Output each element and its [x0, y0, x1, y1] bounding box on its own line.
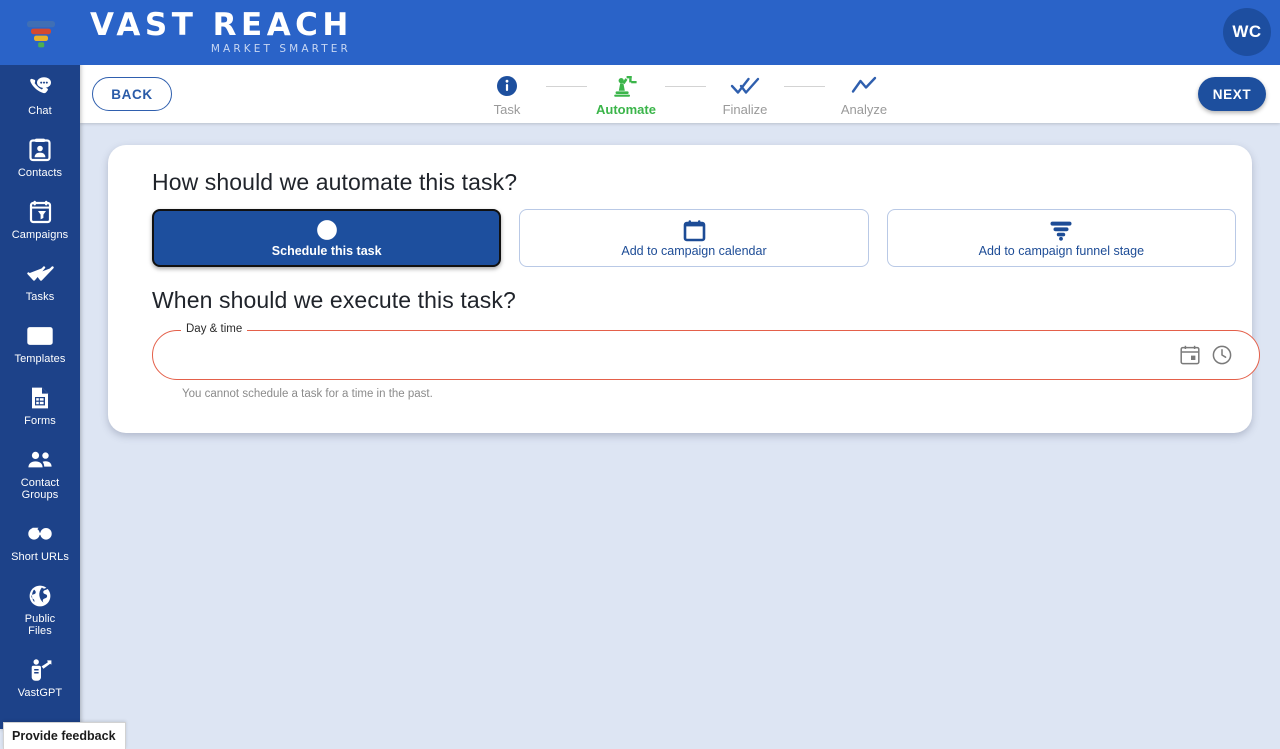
step-label: Analyze [840, 102, 888, 117]
sidebar-item-label: Short URLs [11, 551, 69, 563]
step-analyze[interactable]: Analyze [825, 73, 903, 117]
option-schedule-this-task[interactable]: Schedule this task [152, 209, 502, 267]
sidebar-item-label: Templates [14, 353, 66, 365]
sidebar-item-label-line1: Contact [20, 477, 60, 489]
day-time-field-legend: Day & time [181, 323, 248, 336]
info-circle-icon [496, 73, 518, 99]
sidebar-item-label: Chat [28, 105, 52, 117]
link-chain-icon [27, 521, 53, 547]
step-connector [784, 86, 825, 87]
contact-card-icon [29, 137, 51, 163]
step-connector [665, 86, 706, 87]
sidebar-item-label: VastGPT [17, 687, 63, 699]
step-label: Finalize [722, 102, 768, 117]
sidebar-item-templates[interactable]: Templates [0, 317, 80, 369]
wizard-steps: Task Automate Finalize Analyze [468, 73, 903, 123]
chat-bubble-phone-icon [28, 75, 52, 101]
top-header: VAST REACH MARKET SMARTER WC [0, 0, 1280, 65]
option-label: Add to campaign funnel stage [978, 244, 1145, 258]
double-check-icon [730, 73, 760, 99]
main-content: How should we automate this task? Schedu… [80, 123, 1280, 749]
back-button[interactable]: BACK [92, 77, 172, 111]
step-label: Task [493, 102, 521, 117]
calendar-icon [683, 218, 706, 242]
option-add-to-campaign-calendar[interactable]: Add to campaign calendar [519, 209, 869, 267]
sidebar-item-label: Contacts [17, 167, 63, 179]
app-root: VAST REACH MARKET SMARTER WC Chat Contac… [0, 0, 1280, 749]
step-connector [546, 86, 587, 87]
day-time-input[interactable] [153, 347, 1179, 363]
provide-feedback-button[interactable]: Provide feedback [3, 722, 126, 749]
option-label: Add to campaign calendar [621, 244, 767, 258]
step-finalize[interactable]: Finalize [706, 73, 784, 117]
sidebar-item-short-urls[interactable]: Short URLs [0, 515, 80, 567]
sidebar-item-forms[interactable]: Forms [0, 379, 80, 431]
calendar-picker-icon[interactable] [1179, 344, 1201, 366]
sidebar-item-label: Campaigns [11, 229, 69, 241]
question-schedule: When should we execute this task? [152, 287, 516, 313]
step-automate[interactable]: Automate [587, 73, 665, 117]
globe-icon [28, 583, 52, 609]
sidebar-item-campaigns[interactable]: Campaigns [0, 193, 80, 245]
avatar[interactable]: WC [1223, 8, 1271, 56]
people-group-icon [26, 447, 54, 473]
day-time-helper-text: You cannot schedule a task for a time in… [182, 388, 433, 400]
sidebar-item-label-line1: Public [24, 613, 56, 625]
sidebar-item-label: Public Files [25, 613, 56, 637]
precision-manufacturing-icon [613, 73, 639, 99]
automation-options: Schedule this task Add to campaign calen… [152, 209, 1236, 267]
sidebar-item-label: Tasks [25, 291, 55, 303]
sidebar-item-label: Forms [24, 415, 56, 427]
automate-card: How should we automate this task? Schedu… [108, 145, 1260, 433]
sidebar-item-chat[interactable]: Chat [0, 69, 80, 121]
double-check-icon [26, 261, 54, 287]
avatar-initials: WC [1232, 22, 1262, 41]
clock-icon [316, 218, 338, 242]
sidebar-item-label: Contact Groups [21, 477, 60, 501]
sidebar-item-contacts[interactable]: Contacts [0, 131, 80, 183]
day-time-field-icons [1179, 344, 1259, 366]
day-time-field[interactable]: Day & time [152, 323, 1260, 380]
funnel-logo-icon [27, 20, 55, 47]
brand-tagline: MARKET SMARTER [210, 42, 351, 55]
step-task[interactable]: Task [468, 73, 546, 117]
question-automate: How should we automate this task? [152, 169, 518, 195]
campaign-clipboard-icon [29, 199, 52, 225]
brand: VAST REACH MARKET SMARTER [90, 7, 353, 55]
sidebar-item-label-line2: Groups [21, 489, 59, 501]
step-label: Automate [596, 102, 656, 117]
envelope-icon [27, 323, 53, 349]
sidebar-item-contact-groups[interactable]: Contact Groups [0, 441, 80, 505]
day-time-field-wrapper: Day & time You cannot schedule a task fo… [152, 323, 1260, 400]
option-add-to-campaign-funnel-stage[interactable]: Add to campaign funnel stage [886, 209, 1236, 267]
sidebar: Chat Contacts Campaigns Tasks Templates … [0, 55, 80, 729]
logo-block[interactable] [0, 0, 82, 65]
form-document-icon [30, 385, 50, 411]
clock-picker-icon[interactable] [1211, 344, 1233, 366]
sidebar-item-public-files[interactable]: Public Files [0, 577, 80, 641]
wizard-stepbar: BACK Task Automate Finalize Analyze NEXT [80, 65, 1280, 123]
sidebar-item-vastgpt[interactable]: VastGPT [0, 651, 80, 703]
funnel-icon [1049, 218, 1073, 242]
vastgpt-robot-icon [27, 657, 53, 683]
sidebar-item-label-line2: Files [28, 625, 52, 637]
brand-name: VAST REACH [90, 7, 353, 44]
option-label: Schedule this task [271, 244, 382, 258]
sidebar-item-tasks[interactable]: Tasks [0, 255, 80, 307]
next-button[interactable]: NEXT [1198, 77, 1266, 111]
trend-line-icon [851, 73, 877, 99]
